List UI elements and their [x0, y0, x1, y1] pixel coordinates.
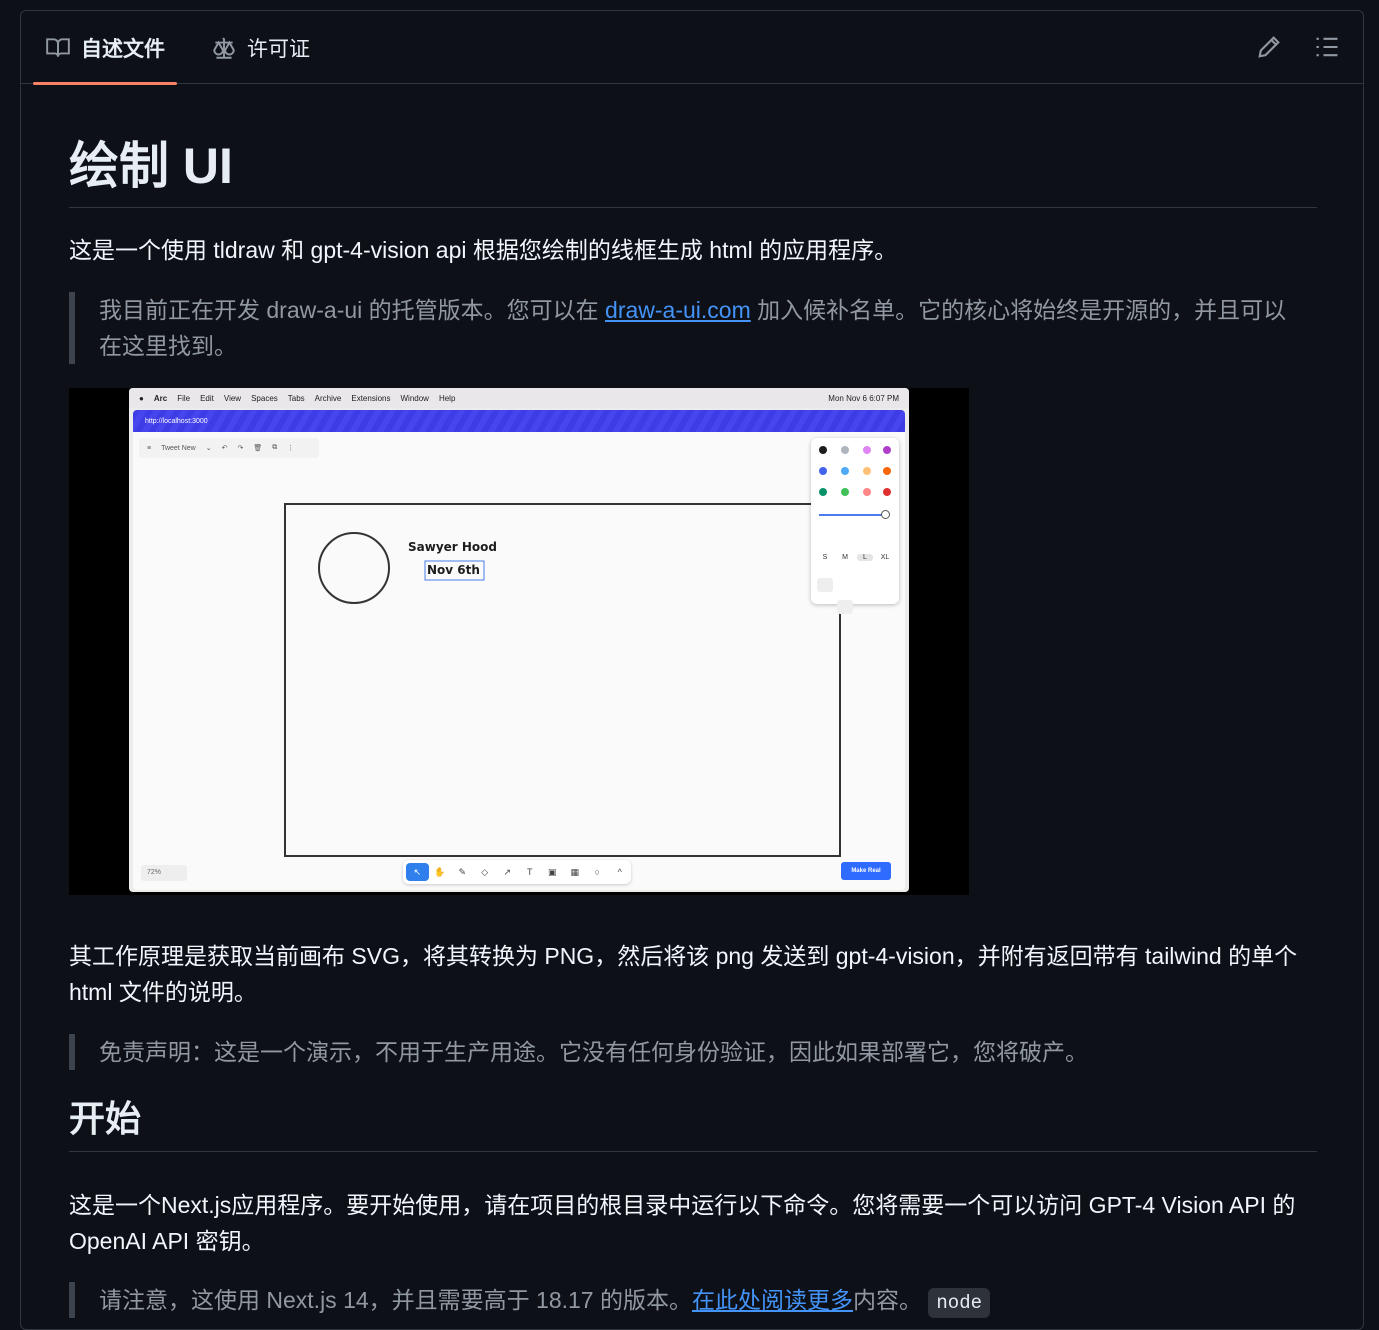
page-title: 绘制 UI — [69, 134, 1317, 208]
color-swatch — [883, 446, 891, 454]
menu-item: Extensions — [351, 393, 391, 403]
tool-bar: ↖ ✋ ✎ ◇ ↗ T ▣ ▦ ○ ^ — [403, 860, 631, 884]
mac-window: ● Arc File Edit View Spaces Tabs Archive… — [129, 388, 909, 892]
size-option: XL — [880, 554, 890, 561]
note-quote: 请注意，这使用 Next.js 14，并且需要高于 18.17 的版本。在此处阅… — [69, 1282, 1299, 1318]
panel-button — [837, 600, 853, 614]
slider-thumb — [881, 510, 890, 519]
browser-window: http://localhost:3000 ≡ Tweet New ⌄ ↶ ↷ … — [133, 410, 905, 890]
quote-text-before: 我目前正在开发 draw-a-ui 的托管版本。您可以在 — [99, 297, 606, 323]
apple-icon: ● — [139, 393, 144, 403]
hand-tool-icon: ✋ — [434, 866, 446, 877]
start-paragraph: 这是一个Next.js应用程序。要开始使用，请在项目的根目录中运行以下命令。您将… — [69, 1192, 1296, 1254]
scale-icon — [213, 37, 235, 59]
menu-item: Tabs — [287, 393, 305, 403]
tab-license[interactable]: 许可证 — [199, 11, 322, 84]
size-option-selected: L — [857, 554, 873, 561]
style-panel: S M L XL — [811, 438, 899, 614]
pencil-icon[interactable] — [1255, 33, 1283, 61]
menu-item: Help — [438, 393, 456, 403]
make-real-button: Make Real — [841, 862, 891, 880]
demo-screenshot: ● Arc File Edit View Spaces Tabs Archive… — [69, 388, 969, 895]
inline-code: node — [928, 1288, 990, 1318]
tab-readme-label: 自述文件 — [81, 37, 165, 61]
color-swatch — [883, 467, 891, 475]
canvas-drawing — [284, 503, 841, 857]
how-it-works-paragraph: 其工作原理是获取当前画布 SVG，将其转换为 PNG，然后将该 png 发送到 … — [69, 943, 1298, 1005]
arrow-tool-icon: ↗ — [503, 866, 512, 877]
note-text-before: 请注意，这使用 Next.js 14，并且需要高于 18.17 的版本。 — [99, 1287, 692, 1313]
menubar-clock: Mon Nov 6 6:07 PM — [828, 393, 899, 403]
book-icon — [46, 37, 70, 57]
color-swatch — [841, 446, 849, 454]
color-swatch — [883, 488, 891, 496]
opacity-slider — [819, 514, 885, 516]
canvas-date-text: Nov 6th — [427, 563, 480, 577]
color-swatch — [841, 467, 849, 475]
section-heading-start: 开始 — [69, 1094, 1317, 1152]
draw-a-ui-link[interactable]: draw-a-ui.com — [605, 297, 751, 323]
size-option: M — [842, 554, 848, 561]
color-swatch — [819, 488, 827, 496]
menu-item: Arc — [153, 393, 168, 403]
readme-panel: 自述文件 许可证 绘制 UI 这是一个使用 tldraw 和 gpt-4-vis… — [20, 10, 1364, 1330]
read-more-link[interactable]: 在此处阅读更多 — [692, 1287, 853, 1313]
zoom-indicator: 72% — [141, 865, 187, 881]
size-options: S M L XL — [817, 554, 893, 561]
mac-menubar: ● Arc File Edit View Spaces Tabs Archive… — [129, 388, 909, 408]
color-swatch — [863, 446, 871, 454]
tab-license-label: 许可证 — [247, 37, 310, 61]
note-tool-icon: ▣ — [547, 866, 557, 877]
menu-item: Edit — [200, 393, 214, 403]
image-tool-icon: ▦ — [570, 866, 579, 877]
color-swatch — [819, 467, 827, 475]
color-swatch — [863, 488, 871, 496]
menu-item: File — [177, 393, 191, 403]
select-tool-icon: ↖ — [406, 863, 429, 881]
more-tools-icon: ^ — [617, 867, 622, 877]
menu-item: Window — [400, 393, 429, 403]
disclaimer-quote: 免责声明：这是一个演示，不用于生产用途。它没有任何身份验证，因此如果部署它，您将… — [69, 1034, 1299, 1070]
hosted-version-quote: 我目前正在开发 draw-a-ui 的托管版本。您可以在 draw-a-ui.c… — [69, 292, 1299, 364]
text-tool-icon: T — [527, 867, 533, 877]
intro-paragraph: 这是一个使用 tldraw 和 gpt-4-vision api 根据您绘制的线… — [69, 237, 898, 263]
list-icon[interactable] — [1313, 33, 1341, 61]
wireframe-circle — [318, 532, 390, 604]
size-option: S — [822, 554, 828, 561]
draw-tool-icon: ✎ — [458, 866, 467, 877]
panel-button — [817, 578, 833, 592]
wireframe-rect — [284, 503, 841, 857]
tab-readme[interactable]: 自述文件 — [33, 11, 177, 85]
color-swatch — [863, 467, 871, 475]
menu-item: Spaces — [251, 393, 278, 403]
eraser-tool-icon: ◇ — [481, 866, 489, 877]
color-swatch — [841, 488, 849, 496]
readme-tabs: 自述文件 许可证 — [21, 11, 1363, 85]
canvas-name-text: Sawyer Hood — [408, 540, 498, 554]
ellipse-tool-icon: ○ — [594, 867, 600, 877]
color-swatch — [819, 446, 827, 454]
note-text-after: 内容。 — [853, 1287, 922, 1313]
menu-item: View — [223, 393, 242, 403]
menu-item: Archive — [314, 393, 342, 403]
